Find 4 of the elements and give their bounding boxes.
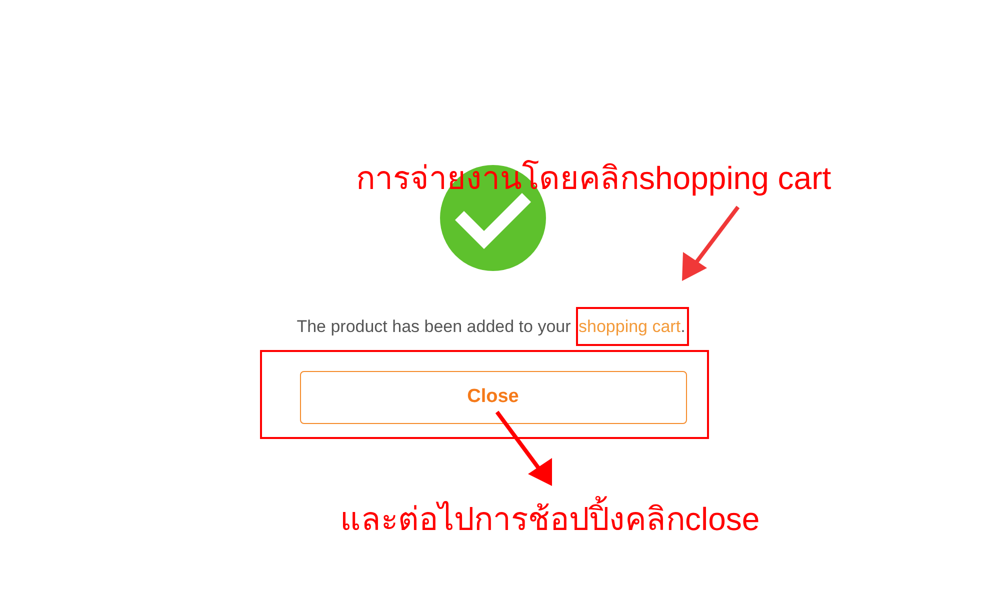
success-message: The product has been added to your shopping cart. xyxy=(296,314,690,340)
period: . xyxy=(680,317,686,336)
close-button[interactable]: Close xyxy=(300,370,686,424)
shopping-cart-link[interactable]: shopping cart xyxy=(578,317,681,336)
